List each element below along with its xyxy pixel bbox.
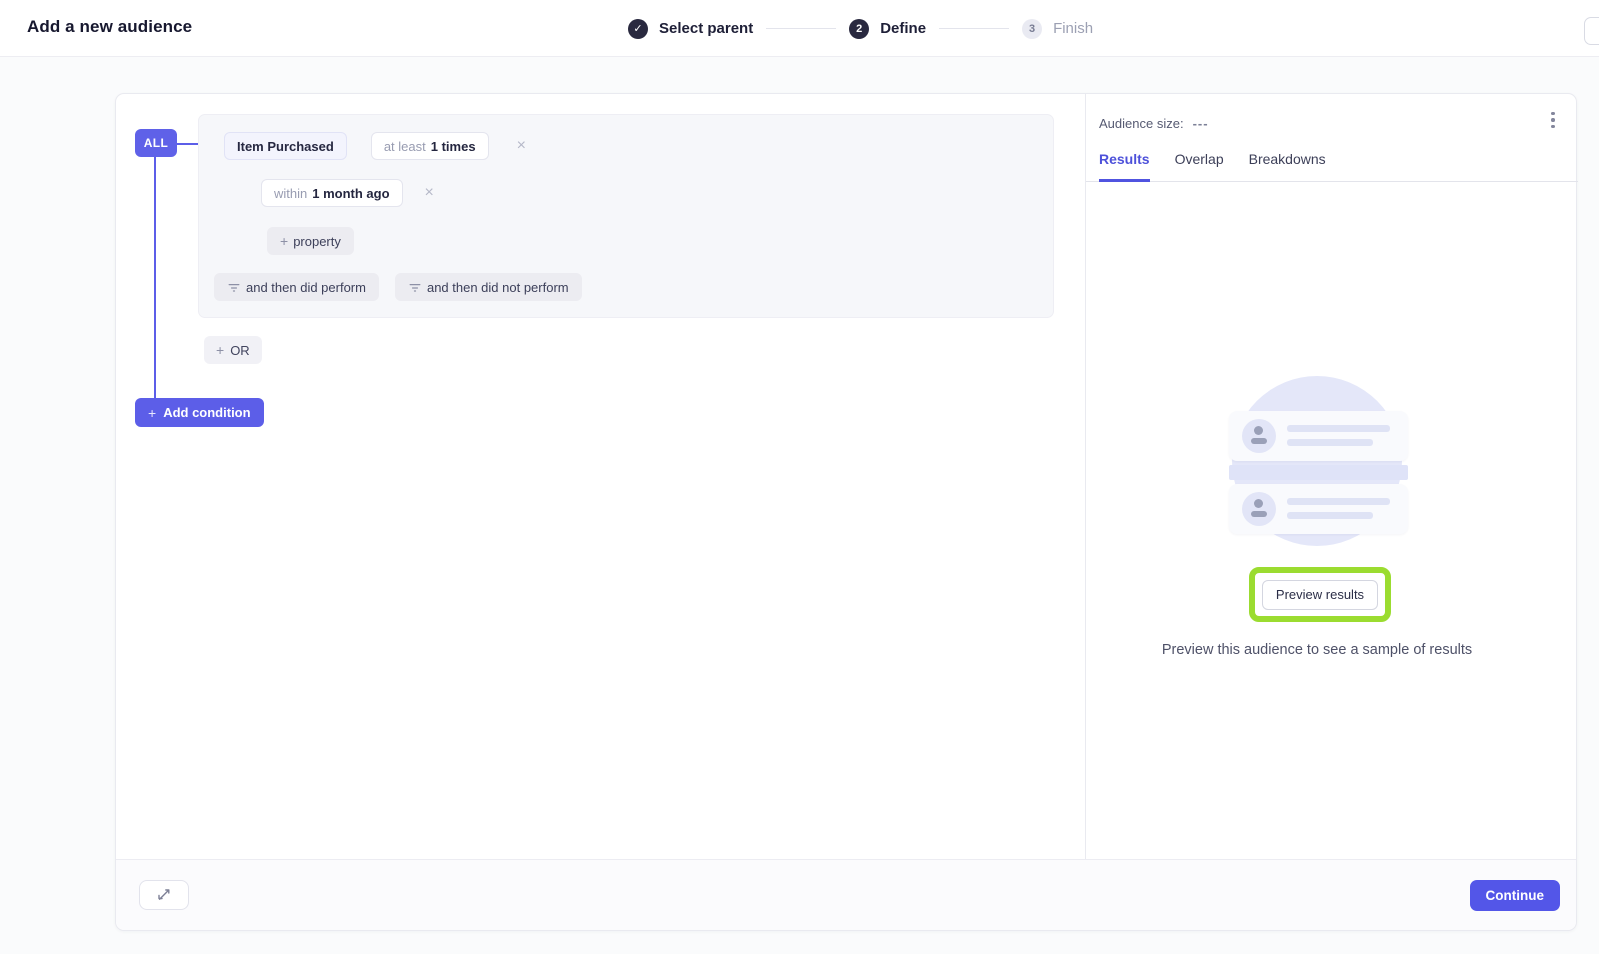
then-did-perform-button[interactable]: and then did perform [214,273,379,301]
time-window-row: within 1 month ago × [261,179,438,207]
count-value: 1 times [431,139,476,154]
group-operator-badge[interactable]: ALL [135,129,177,157]
step-connector-line [939,28,1009,29]
kebab-menu-icon[interactable] [1542,107,1564,133]
filter-lines-icon [227,280,241,294]
remove-event-icon[interactable]: × [513,136,530,156]
or-label: OR [230,343,250,358]
add-audience-screen: Add a new audience ✓ Select parent 2 Def… [0,0,1599,954]
placeholder-line [1287,512,1373,519]
placeholder-line [1287,439,1373,446]
wizard-stepper: ✓ Select parent 2 Define 3 Finish [628,0,1093,57]
condition-tree-line-horizontal [176,143,199,145]
empty-state-list-item [1229,484,1408,534]
empty-state-list-item [1229,411,1408,461]
event-chip[interactable]: Item Purchased [224,132,347,160]
audience-size-row: Audience size: --- [1099,116,1209,131]
window-prefix: within [274,186,307,201]
condition-tree-line-vertical [154,157,156,413]
filter-lines-icon [408,280,422,294]
plus-icon: + [280,233,288,249]
window-value: 1 month ago [312,186,389,201]
step-done-check-icon: ✓ [628,19,648,39]
step-select-parent[interactable]: ✓ Select parent [628,19,753,39]
property-row: + property [267,227,354,255]
step-connector-line [766,28,836,29]
person-avatar-icon [1242,419,1276,453]
tab-breakdowns[interactable]: Breakdowns [1249,144,1326,182]
tab-overlap[interactable]: Overlap [1175,144,1224,182]
step-label: Select parent [659,20,753,37]
tab-results[interactable]: Results [1099,144,1150,182]
count-chip[interactable]: at least 1 times [371,132,489,160]
step-number-badge: 2 [849,19,869,39]
step-define[interactable]: 2 Define [849,19,926,39]
step-label: Finish [1053,20,1093,37]
then-did-not-label: and then did not perform [427,280,569,295]
step-finish: 3 Finish [1022,19,1093,39]
page-title: Add a new audience [27,17,192,37]
preview-results-button[interactable]: Preview results [1262,580,1378,610]
action-highlight-box: Preview results [1249,567,1391,622]
step-number-badge: 3 [1022,19,1042,39]
edge-clipped-button[interactable] [1584,17,1599,45]
continue-button[interactable]: Continue [1470,880,1561,911]
expand-diagonal-icon [156,886,172,905]
plus-icon: + [148,405,156,421]
step-label: Define [880,20,926,37]
property-label: property [293,234,341,249]
add-property-button[interactable]: + property [267,227,354,255]
remove-window-icon[interactable]: × [421,183,438,203]
placeholder-line [1287,498,1390,505]
add-condition-button[interactable]: + Add condition [135,398,264,427]
person-avatar-icon [1242,492,1276,526]
results-panel: Audience size: --- Results Overlap Break… [1085,94,1577,861]
audience-builder-card: ALL Item Purchased at least 1 times × wi… [115,93,1577,931]
add-or-condition-button[interactable]: + OR [204,336,262,364]
panel-tabs: Results Overlap Breakdowns [1086,144,1578,182]
event-row: Item Purchased at least 1 times × [224,132,530,160]
audience-size-label: Audience size: [1099,116,1184,131]
top-bar: Add a new audience ✓ Select parent 2 Def… [0,0,1599,57]
placeholder-bar [1229,465,1408,480]
sequence-row: and then did perform and then did not pe… [214,273,582,301]
placeholder-line [1287,425,1390,432]
expand-button[interactable] [139,880,189,910]
condition-group: Item Purchased at least 1 times × within… [198,114,1054,318]
add-condition-label: Add condition [163,405,250,420]
count-prefix: at least [384,139,426,154]
card-footer: Continue [116,859,1576,930]
audience-size-value: --- [1193,116,1209,131]
then-did-not-perform-button[interactable]: and then did not perform [395,273,582,301]
preview-caption: Preview this audience to see a sample of… [1071,642,1563,658]
plus-icon: + [216,342,224,358]
then-did-label: and then did perform [246,280,366,295]
time-window-chip[interactable]: within 1 month ago [261,179,403,207]
